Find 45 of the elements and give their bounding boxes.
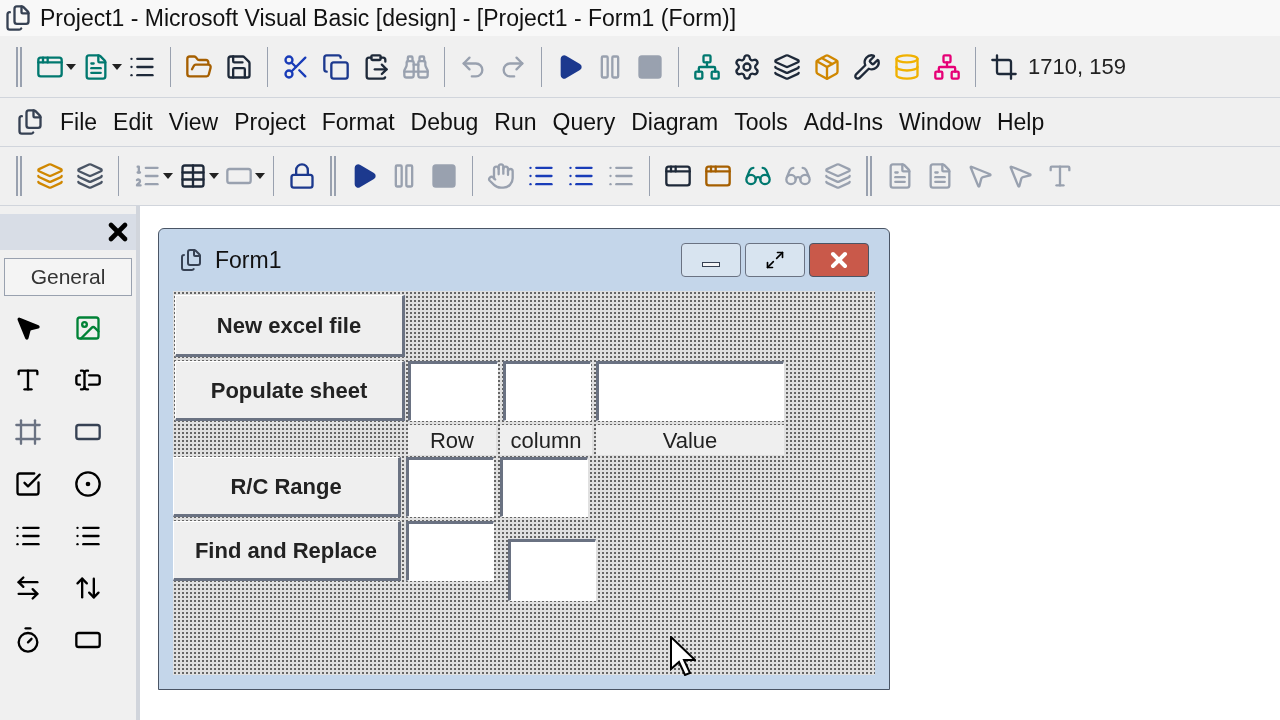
menu-item[interactable]: Add-Ins bbox=[795, 104, 892, 140]
window-title: Project1 - Microsoft Visual Basic [design] - [Project1 - Form1 (Form)] bbox=[40, 3, 737, 33]
text-field[interactable] bbox=[408, 361, 498, 421]
caret-icon[interactable] bbox=[112, 63, 122, 70]
minimize-icon bbox=[702, 261, 720, 267]
form-button[interactable]: Find and Replace bbox=[173, 521, 401, 581]
field-label: column bbox=[500, 425, 592, 455]
menu-item[interactable]: File bbox=[52, 104, 106, 140]
minimize-button[interactable] bbox=[681, 243, 741, 277]
caret-icon[interactable] bbox=[66, 63, 76, 70]
menu-item[interactable]: View bbox=[160, 104, 227, 140]
coordinates-text: 1710, 159 bbox=[1028, 53, 1126, 81]
caret-icon[interactable] bbox=[255, 173, 265, 179]
menu-item[interactable]: Project bbox=[226, 104, 314, 140]
menu-item[interactable]: Tools bbox=[726, 104, 796, 140]
field-label: Value bbox=[596, 425, 784, 455]
field-label: Row bbox=[408, 425, 496, 455]
app-icon bbox=[4, 4, 32, 32]
caret-icon[interactable] bbox=[163, 173, 173, 179]
text-field[interactable] bbox=[406, 521, 494, 581]
menu-item[interactable]: Diagram bbox=[623, 104, 727, 140]
toolbox-tab[interactable]: General bbox=[4, 258, 132, 296]
form-title: Form1 bbox=[215, 245, 283, 275]
maximize-icon bbox=[765, 250, 785, 270]
form-button[interactable]: R/C Range bbox=[173, 457, 401, 517]
caret-icon[interactable] bbox=[209, 173, 219, 179]
text-field[interactable] bbox=[406, 457, 494, 517]
menu-item[interactable]: Edit bbox=[105, 104, 161, 140]
menu-item[interactable]: Run bbox=[486, 104, 545, 140]
mouse-pointer-icon bbox=[670, 636, 696, 676]
form-button[interactable]: Populate sheet bbox=[175, 361, 405, 421]
text-field[interactable] bbox=[500, 457, 588, 517]
close-button[interactable] bbox=[809, 243, 869, 277]
text-field[interactable] bbox=[503, 361, 591, 421]
menu-item[interactable]: Window bbox=[891, 104, 989, 140]
menu-item[interactable]: Debug bbox=[402, 104, 487, 140]
maximize-button[interactable] bbox=[745, 243, 805, 277]
form-icon bbox=[179, 248, 203, 272]
form-icon bbox=[16, 108, 44, 136]
form-button[interactable]: New excel file bbox=[175, 295, 405, 357]
menu-item[interactable]: Format bbox=[313, 104, 403, 140]
menu-item[interactable]: Help bbox=[988, 104, 1053, 140]
text-field[interactable] bbox=[508, 539, 596, 601]
text-field[interactable] bbox=[596, 361, 784, 421]
menu-item[interactable]: Query bbox=[544, 104, 624, 140]
